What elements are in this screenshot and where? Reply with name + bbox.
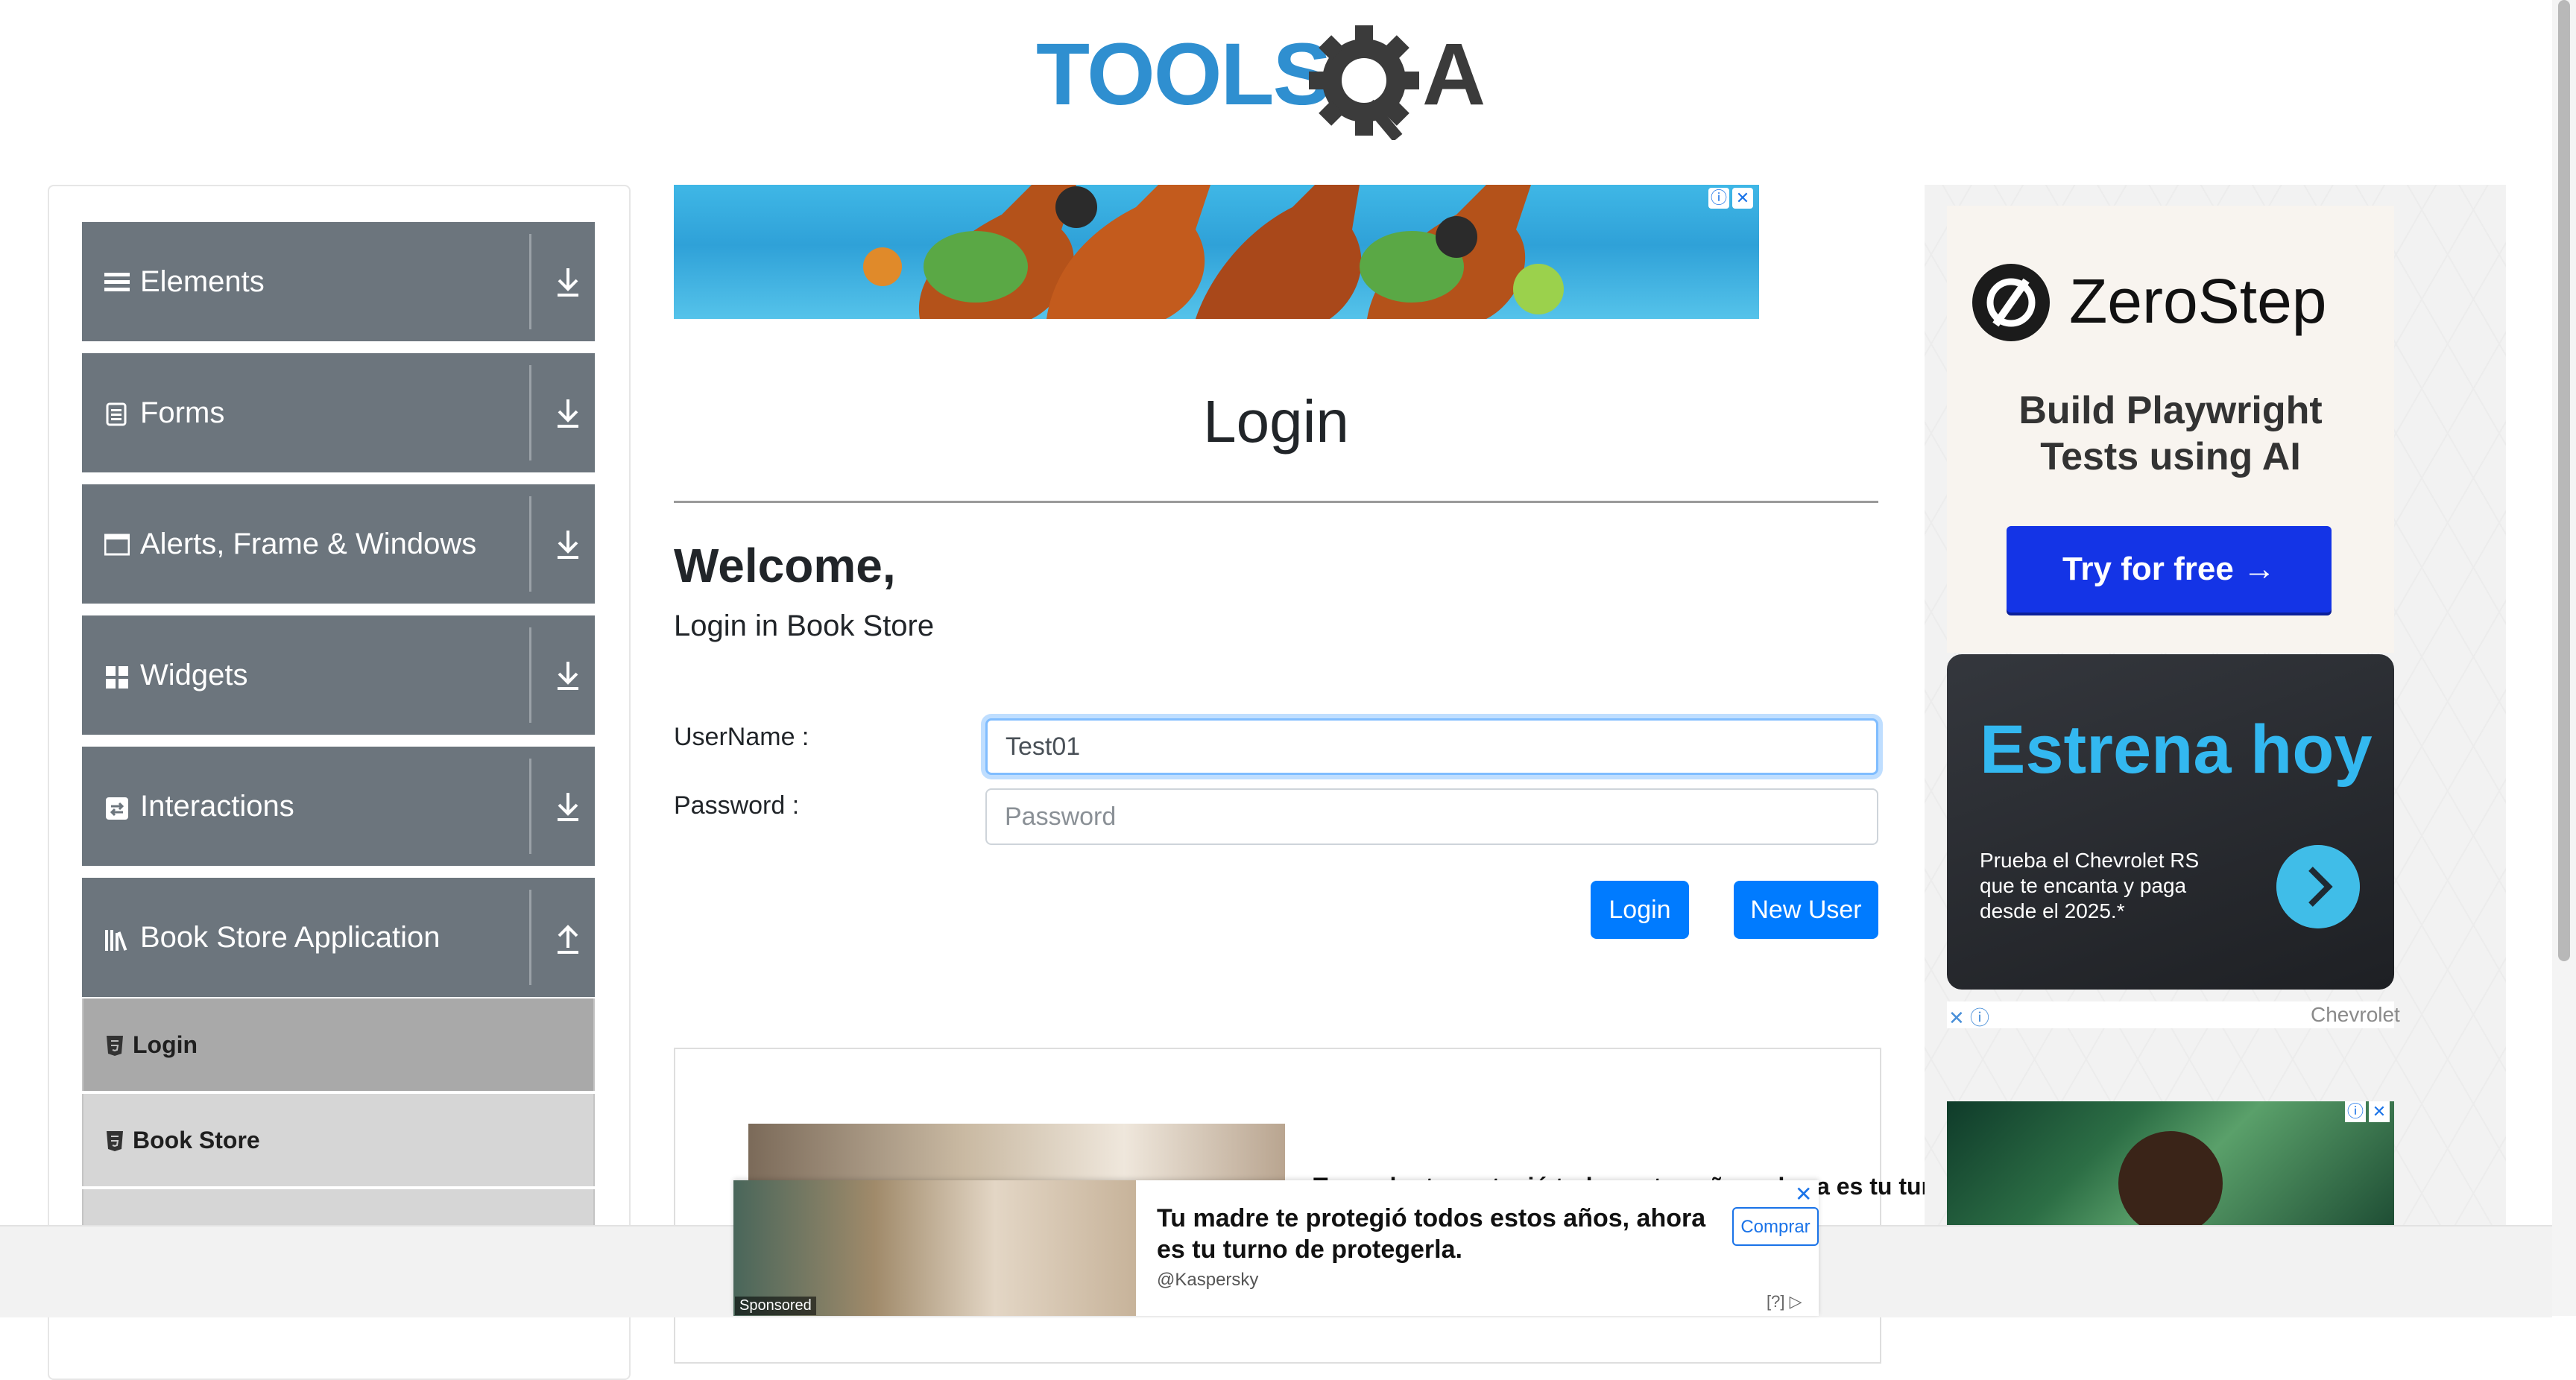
- interactions-icon: [106, 797, 128, 820]
- bottles-image: [863, 185, 1564, 319]
- sidebar-group-book-store-application[interactable]: Book Store Application: [82, 878, 595, 997]
- sidebar-group-elements[interactable]: Elements: [82, 222, 595, 341]
- books-icon: [105, 930, 127, 951]
- sidebar-item-login[interactable]: Login: [82, 998, 595, 1091]
- ad-close-icon[interactable]: ✕: [1795, 1182, 1812, 1206]
- window-icon: [104, 534, 130, 556]
- divider: [529, 627, 531, 723]
- expand-download-icon[interactable]: [552, 656, 584, 694]
- widgets-grid-icon: [106, 666, 128, 689]
- svg-text:A: A: [1422, 25, 1486, 124]
- svg-text:TOOLS: TOOLS: [1036, 25, 1330, 124]
- sidebar-group-label: Widgets: [140, 659, 248, 691]
- sidebar-group-widgets[interactable]: Widgets: [82, 615, 595, 735]
- toolsqa-logo[interactable]: TOOLS A: [1036, 21, 1521, 140]
- sidebar-group-label: Book Store Application: [140, 921, 441, 954]
- username-label: UserName :: [674, 723, 809, 751]
- chevrolet-ad[interactable]: [1947, 654, 2394, 990]
- sidebar-group-forms[interactable]: Forms: [82, 353, 595, 472]
- sidebar-group-label: Forms: [140, 396, 225, 429]
- try-for-free-button[interactable]: Try for free →: [2007, 526, 2332, 613]
- password-input[interactable]: [985, 788, 1878, 845]
- sidebar-item-book-store[interactable]: Book Store: [82, 1094, 595, 1186]
- expand-download-icon[interactable]: [552, 262, 584, 301]
- new-user-button[interactable]: New User: [1734, 881, 1878, 939]
- ad-close-icon[interactable]: ✕: [2369, 1101, 2390, 1122]
- ad-close-icon[interactable]: ✕: [1732, 188, 1753, 209]
- divider: [529, 365, 531, 460]
- comprar-button[interactable]: Comprar: [1732, 1207, 1819, 1246]
- ad-close-icon[interactable]: ✕ ⓘ: [1948, 1003, 1989, 1031]
- menu-lines-icon: [104, 273, 130, 291]
- chevrolet-description: Prueba el Chevrolet RS que te encanta y …: [1980, 849, 2200, 922]
- zerostep-tagline: Build Playwright Tests using AI: [1947, 387, 2394, 480]
- bottom-ad-source: @Kaspersky: [1157, 1270, 1259, 1290]
- html5-icon: [107, 1036, 123, 1056]
- form-icon: [106, 402, 127, 426]
- collapse-upload-icon[interactable]: [552, 918, 584, 957]
- expand-download-icon[interactable]: [552, 787, 584, 826]
- sidebar-item-label: Login: [133, 1031, 198, 1058]
- sidebar-group-interactions[interactable]: Interactions: [82, 747, 595, 866]
- sidebar-group-label: Alerts, Frame & Windows: [140, 528, 477, 560]
- chevrolet-headline: Estrena hoy: [1980, 712, 2373, 788]
- username-input[interactable]: [985, 718, 1878, 775]
- tagline-line-1: Build Playwright: [2018, 389, 2323, 432]
- left-navigation-panel: Elements Forms Alerts, Frame & Windows W…: [48, 185, 631, 1380]
- divider: [529, 890, 531, 985]
- chevrolet-brand: Chevrolet: [2311, 1003, 2400, 1026]
- password-label: Password :: [674, 791, 800, 820]
- chevron-right-icon[interactable]: [2276, 845, 2360, 928]
- expand-download-icon[interactable]: [552, 393, 584, 432]
- sidebar-item-label: Book Store: [133, 1127, 260, 1153]
- divider: [529, 759, 531, 854]
- sidebar-group-alerts[interactable]: Alerts, Frame & Windows: [82, 484, 595, 604]
- zerostep-logo-icon: [1972, 264, 2050, 341]
- welcome-heading: Welcome,: [674, 539, 896, 592]
- sidebar-group-label: Interactions: [140, 790, 294, 823]
- jungle-ad-image[interactable]: [1947, 1101, 2394, 1228]
- divider: [529, 234, 531, 329]
- ad-info-icon[interactable]: ⓘ: [1708, 188, 1729, 209]
- title-divider: [674, 501, 1878, 503]
- bottom-ad-photo[interactable]: [733, 1180, 1136, 1316]
- ad-info-icon[interactable]: ⓘ: [2345, 1101, 2366, 1122]
- tagline-line-2: Tests using AI: [2040, 435, 2301, 478]
- sidebar-group-label: Elements: [140, 265, 265, 298]
- page-title: Login: [1203, 388, 1349, 455]
- person-silhouette: [2118, 1131, 2223, 1228]
- scrollbar-thumb[interactable]: [2558, 0, 2570, 961]
- login-subheading: Login in Book Store: [674, 610, 935, 642]
- expand-download-icon[interactable]: [552, 525, 584, 563]
- login-button[interactable]: Login: [1591, 881, 1689, 939]
- top-banner-ad[interactable]: ⓘ ✕: [674, 185, 1759, 319]
- zerostep-brand: ZeroStep: [2069, 266, 2327, 336]
- html5-icon: [107, 1131, 123, 1151]
- sponsored-label: Sponsored: [735, 1297, 816, 1315]
- divider: [529, 496, 531, 592]
- adchoices-icon[interactable]: [?] ▷: [1767, 1292, 1802, 1311]
- bottom-ad-headline[interactable]: Tu madre te protegió todos estos años, a…: [1157, 1203, 1738, 1265]
